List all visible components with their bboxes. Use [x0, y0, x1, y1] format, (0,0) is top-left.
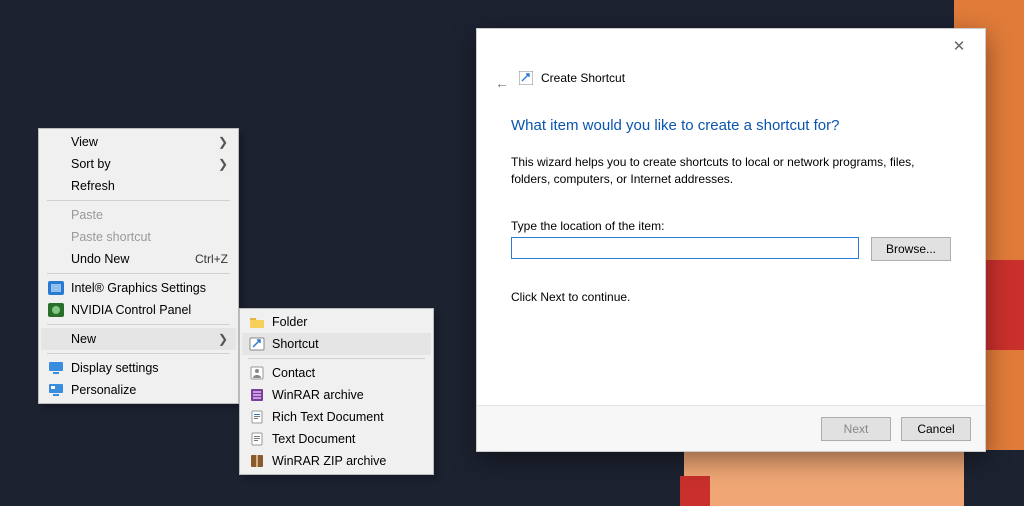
breadcrumb-title: Create Shortcut	[541, 71, 625, 85]
menu-paste-shortcut: Paste shortcut	[41, 226, 236, 248]
shortcut-icon	[248, 336, 266, 352]
menu-shortcut: Ctrl+Z	[195, 252, 228, 266]
close-button[interactable]: ✕	[941, 33, 977, 59]
menu-separator	[47, 200, 230, 201]
menu-personalize[interactable]: Personalize	[41, 379, 236, 401]
menu-label: Undo New	[71, 252, 171, 266]
intel-icon	[47, 280, 65, 296]
personalize-icon	[47, 382, 65, 398]
menu-label: Text Document	[272, 432, 423, 446]
menu-label: Paste shortcut	[71, 230, 228, 244]
location-label: Type the location of the item:	[511, 219, 951, 233]
blank-icon	[47, 229, 65, 245]
menu-label: Rich Text Document	[272, 410, 423, 424]
continue-hint: Click Next to continue.	[511, 289, 951, 306]
menu-separator	[47, 353, 230, 354]
blank-icon	[47, 207, 65, 223]
menu-sort-by[interactable]: Sort by ❯	[41, 153, 236, 175]
dialog-footer: Next Cancel	[477, 405, 985, 451]
menu-label: Paste	[71, 208, 228, 222]
menu-label: NVIDIA Control Panel	[71, 303, 228, 317]
folder-icon	[248, 314, 266, 330]
location-input[interactable]	[511, 237, 859, 259]
menu-separator	[47, 273, 230, 274]
menu-separator	[248, 358, 425, 359]
display-icon	[47, 360, 65, 376]
create-shortcut-dialog: ✕ ← Create Shortcut What item would you …	[476, 28, 986, 452]
menu-label: Sort by	[71, 157, 218, 171]
menu-label: Intel® Graphics Settings	[71, 281, 228, 295]
menu-label: Contact	[272, 366, 423, 380]
back-button[interactable]: ←	[495, 75, 509, 91]
chevron-right-icon: ❯	[218, 332, 228, 346]
new-folder[interactable]: Folder	[242, 311, 431, 333]
blank-icon	[47, 331, 65, 347]
shortcut-icon	[519, 71, 533, 85]
new-winrar-archive[interactable]: WinRAR archive	[242, 384, 431, 406]
dialog-description: This wizard helps you to create shortcut…	[511, 154, 951, 189]
dialog-heading: What item would you like to create a sho…	[511, 117, 951, 134]
new-contact[interactable]: Contact	[242, 362, 431, 384]
menu-label: New	[71, 332, 218, 346]
menu-undo-new[interactable]: Undo New Ctrl+Z	[41, 248, 236, 270]
menu-label: Personalize	[71, 383, 228, 397]
bg-shape-red-bottom	[680, 476, 710, 506]
menu-display-settings[interactable]: Display settings	[41, 357, 236, 379]
blank-icon	[47, 251, 65, 267]
menu-refresh[interactable]: Refresh	[41, 175, 236, 197]
txt-icon	[248, 431, 266, 447]
menu-label: WinRAR archive	[272, 388, 423, 402]
menu-intel-graphics[interactable]: Intel® Graphics Settings	[41, 277, 236, 299]
menu-separator	[47, 324, 230, 325]
menu-label: View	[71, 135, 218, 149]
desktop-context-menu: View ❯ Sort by ❯ Refresh Paste Paste sho…	[38, 128, 239, 404]
rtf-icon	[248, 409, 266, 425]
breadcrumb: Create Shortcut	[519, 71, 625, 85]
new-submenu: Folder Shortcut Contact WinRAR archive R…	[239, 308, 434, 475]
browse-button[interactable]: Browse...	[871, 237, 951, 261]
contact-icon	[248, 365, 266, 381]
blank-icon	[47, 156, 65, 172]
new-winrar-zip-archive[interactable]: WinRAR ZIP archive	[242, 450, 431, 472]
menu-nvidia-control-panel[interactable]: NVIDIA Control Panel	[41, 299, 236, 321]
new-text-document[interactable]: Text Document	[242, 428, 431, 450]
menu-label: Refresh	[71, 179, 228, 193]
rar-icon	[248, 387, 266, 403]
menu-label: Folder	[272, 315, 423, 329]
next-button[interactable]: Next	[821, 417, 891, 441]
menu-view[interactable]: View ❯	[41, 131, 236, 153]
chevron-right-icon: ❯	[218, 157, 228, 171]
blank-icon	[47, 134, 65, 150]
menu-new[interactable]: New ❯	[41, 328, 236, 350]
menu-label: Shortcut	[272, 337, 423, 351]
nvidia-icon	[47, 302, 65, 318]
new-shortcut[interactable]: Shortcut	[242, 333, 431, 355]
new-rich-text-document[interactable]: Rich Text Document	[242, 406, 431, 428]
zip-icon	[248, 453, 266, 469]
blank-icon	[47, 178, 65, 194]
menu-label: Display settings	[71, 361, 228, 375]
cancel-button[interactable]: Cancel	[901, 417, 971, 441]
menu-label: WinRAR ZIP archive	[272, 454, 423, 468]
menu-paste: Paste	[41, 204, 236, 226]
chevron-right-icon: ❯	[218, 135, 228, 149]
